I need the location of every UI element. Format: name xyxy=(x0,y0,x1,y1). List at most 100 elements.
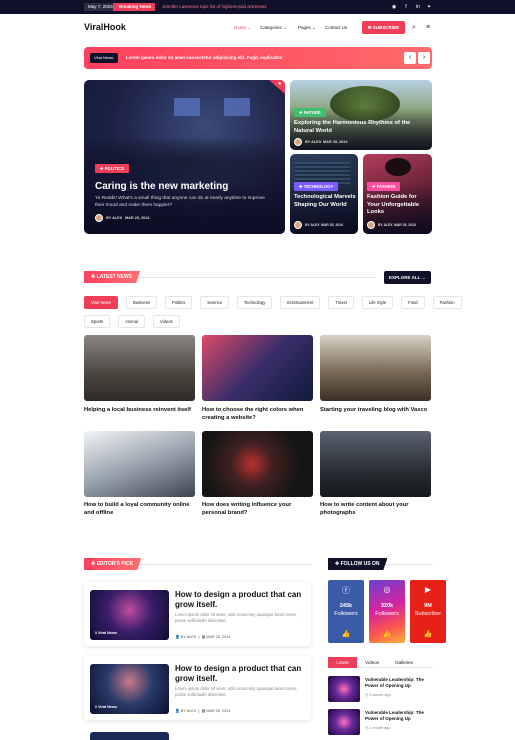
latest-news-heading: ✚ LATEST NEWS xyxy=(84,271,141,283)
code-decoration xyxy=(295,162,350,184)
author[interactable]: BY ALEX xyxy=(106,216,122,220)
date: MAR 25, 2024 xyxy=(321,223,343,227)
author[interactable]: BY ALEX xyxy=(378,223,393,227)
filter-entertainment[interactable]: Entertainment xyxy=(280,296,321,309)
author[interactable]: BY ALEX xyxy=(305,140,321,144)
follower-count: 245k xyxy=(339,603,353,609)
youtube-follow[interactable]: ▶ 9M Subscriber 👍 xyxy=(410,580,446,643)
date: MAR 25, 2024 xyxy=(394,223,416,227)
article-title[interactable]: How to design a product that can grow it… xyxy=(175,590,305,610)
date: MAR 25, 2024 xyxy=(125,216,150,220)
filter-technology[interactable]: Technology xyxy=(237,296,273,309)
editors-pick-card[interactable]: ‖ Viral News How to design a product tha… xyxy=(84,582,311,646)
hero-main-card[interactable]: ★ ✚ POLITICS Caring is the new marketing… xyxy=(84,80,285,234)
filter-row-2: Sports Animal Videos xyxy=(84,315,180,328)
search-icon[interactable]: ⌕ xyxy=(410,24,418,32)
hero-tech-title[interactable]: Technological Marvels Shaping Our World xyxy=(294,194,356,209)
hero-fashion-card[interactable]: ✚ FASHION Fashion Guide for Your Unforge… xyxy=(363,154,432,234)
nav-home[interactable]: Home ⌄ xyxy=(234,25,251,31)
article-thumbnail[interactable] xyxy=(328,676,360,702)
follower-count: 9M xyxy=(424,603,432,609)
article-thumbnail[interactable] xyxy=(328,709,360,735)
subscribe-button[interactable]: ✉ SUBSCRIBE xyxy=(362,21,405,34)
filter-food[interactable]: Food xyxy=(401,296,425,309)
article-time: ◷ 3 weeks ago xyxy=(365,693,391,697)
viral-news-tag: Viral News: xyxy=(90,53,119,63)
filter-travel[interactable]: Travel xyxy=(328,296,354,309)
article-thumbnail[interactable] xyxy=(84,335,195,401)
site-logo[interactable]: ViralHook xyxy=(84,22,126,32)
facebook-follow[interactable]: ⓕ 245k Followers 👍 xyxy=(328,580,364,643)
linkedin-icon[interactable]: in xyxy=(414,3,422,11)
follower-label: Followers xyxy=(334,611,358,617)
category-label: ‖ Viral News xyxy=(95,631,118,635)
sidebar-article[interactable]: Vulnerable Leadership: The Power of Open… xyxy=(328,709,433,735)
top-bar: May 7, 2024 Breaking News Jennifer Lawre… xyxy=(0,0,515,14)
article-time: ◷ 1 month ago xyxy=(365,726,391,730)
filter-animal[interactable]: Animal xyxy=(118,315,145,328)
avatar xyxy=(294,138,302,146)
article-thumbnail[interactable] xyxy=(84,431,195,497)
hero-nature-title[interactable]: Exploring the Harmonious Rhythms of the … xyxy=(294,120,429,135)
article-title[interactable]: Starting your traveling blog with Vasco xyxy=(320,407,434,415)
nav-pages[interactable]: Pages ⌄ xyxy=(298,25,316,31)
filter-life-style[interactable]: Life Style xyxy=(361,296,394,309)
next-arrow-icon[interactable]: › xyxy=(418,52,430,64)
filter-sports[interactable]: Sports xyxy=(84,315,111,328)
author[interactable]: BY ALEX xyxy=(305,223,320,227)
filter-viral-news[interactable]: Viral News xyxy=(84,296,118,309)
thumbs-up-icon: 👍 xyxy=(341,631,351,638)
hero-fashion-title[interactable]: Fashion Guide for Your Unforgettable Loo… xyxy=(367,194,429,217)
category-badge[interactable]: ✚ FASHION xyxy=(367,182,401,191)
tab-galleries[interactable]: Galleries xyxy=(390,657,418,668)
follow-us-heading: ✚ FOLLOW US ON xyxy=(328,558,388,570)
article-title[interactable]: How does writing influence your personal… xyxy=(202,502,316,517)
nav-categories[interactable]: Categories ⌄ xyxy=(260,25,287,31)
hero-nature-card[interactable]: ✚ NATURE Exploring the Harmonious Rhythm… xyxy=(290,80,432,150)
article-title[interactable]: How to design a product that can grow it… xyxy=(175,664,305,684)
hero-tech-card[interactable]: ✚ TECHNOLOGY Technological Marvels Shapi… xyxy=(290,154,358,234)
filter-fashion[interactable]: Fashion xyxy=(432,296,462,309)
filter-business[interactable]: Business xyxy=(125,296,157,309)
article-thumbnail[interactable] xyxy=(202,335,313,401)
article-title[interactable]: How to build a loyal community online an… xyxy=(84,502,198,517)
category-badge[interactable]: ✚ POLITICS xyxy=(95,164,129,173)
twitter-icon[interactable]: ✦ xyxy=(425,3,433,11)
follower-label: Followers xyxy=(375,611,399,617)
avatar xyxy=(95,214,103,222)
article-title[interactable]: How to choose the right colors when crea… xyxy=(202,407,316,422)
tab-latest[interactable]: Latest xyxy=(328,657,357,668)
editors-pick-card[interactable]: ‖ Viral News How to design a product tha… xyxy=(84,656,311,720)
avatar xyxy=(367,221,375,229)
nav-contact[interactable]: Contact Us xyxy=(325,25,347,30)
instagram-follow[interactable]: ◎ 320k Followers 👍 xyxy=(369,580,405,643)
filter-science[interactable]: Science xyxy=(200,296,230,309)
date-badge: May 7, 2024 xyxy=(84,3,117,11)
menu-icon[interactable]: ≡ xyxy=(424,24,432,32)
explore-all-button[interactable]: EXPLORE ALL → xyxy=(384,271,431,284)
facebook-icon[interactable]: f xyxy=(402,3,410,11)
article-title[interactable]: Vulnerable Leadership: The Power of Open… xyxy=(365,677,431,688)
filter-videos[interactable]: Videos xyxy=(152,315,180,328)
article-excerpt: Lorem ipsum dolor sit amet, odio nonummy… xyxy=(175,686,298,697)
filter-politics[interactable]: Politics xyxy=(164,296,193,309)
viral-news-text[interactable]: Lorem ipsum dolor sit amet consectetur a… xyxy=(126,53,283,63)
sidebar-article[interactable]: Vulnerable Leadership: The Power of Open… xyxy=(328,676,433,702)
article-thumbnail[interactable] xyxy=(320,431,431,497)
article-thumbnail[interactable] xyxy=(320,335,431,401)
facebook-icon: ⓕ xyxy=(342,586,350,595)
tab-videos[interactable]: Videos xyxy=(360,657,384,668)
date: MAR 25, 2024 xyxy=(323,140,348,144)
dribbble-icon[interactable]: ◉ xyxy=(390,3,398,11)
hero-main-title[interactable]: Caring is the new marketing xyxy=(95,181,280,192)
article-title[interactable]: How to write content about your photogra… xyxy=(320,502,434,517)
article-title[interactable]: Vulnerable Leadership: The Power of Open… xyxy=(365,710,431,721)
category-badge[interactable]: ✚ TECHNOLOGY xyxy=(294,182,339,191)
breaking-news-ticker[interactable]: Jennifer Lawrence tops list of highest-p… xyxy=(162,3,267,11)
article-title[interactable]: Helping a local business reinvent itself xyxy=(84,407,198,415)
prev-arrow-icon[interactable]: ‹ xyxy=(404,52,416,64)
follower-label: Subscriber xyxy=(414,611,442,617)
category-badge[interactable]: ✚ NATURE xyxy=(294,108,326,117)
article-thumbnail[interactable] xyxy=(202,431,313,497)
article-thumbnail[interactable] xyxy=(90,732,169,740)
